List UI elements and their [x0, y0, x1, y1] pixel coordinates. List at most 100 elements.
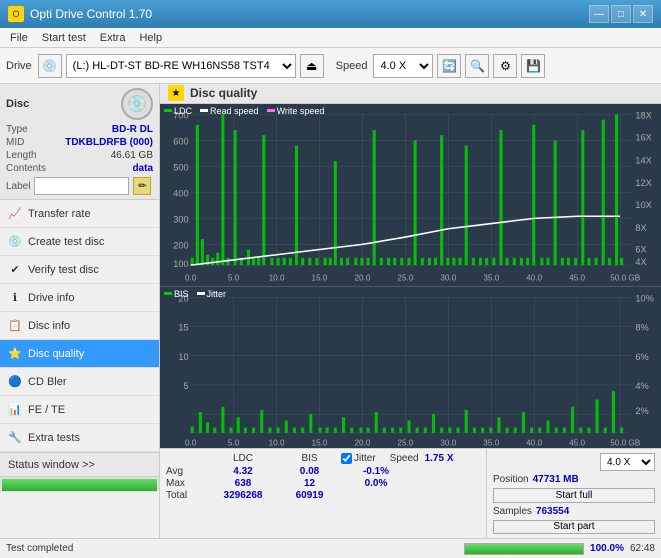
toolbar: Drive 💿 (L:) HL-DT-ST BD-RE WH16NS58 TST…	[0, 48, 661, 84]
disc-info-icon: 📋	[8, 319, 22, 333]
status-window-button[interactable]: Status window >>	[0, 452, 159, 476]
disc-icon: 💿	[121, 88, 153, 120]
disc-label-label: Label	[6, 181, 30, 192]
start-full-button[interactable]: Start full	[493, 488, 655, 503]
type-value: BD-R DL	[112, 124, 153, 135]
svg-text:40.0: 40.0	[526, 438, 542, 447]
menu-extra[interactable]: Extra	[94, 31, 132, 45]
svg-text:200: 200	[173, 240, 188, 250]
verify-test-disc-label: Verify test disc	[28, 264, 99, 276]
window-controls: — □ ✕	[589, 5, 653, 23]
max-bis: 12	[282, 478, 337, 489]
sidebar-item-disc-quality[interactable]: ⭐ Disc quality	[0, 340, 159, 368]
svg-text:8%: 8%	[635, 322, 648, 332]
jitter-checkbox[interactable]	[341, 453, 352, 464]
contents-label: Contents	[6, 163, 46, 174]
mid-label: MID	[6, 137, 24, 148]
title-bar-left: O Opti Drive Control 1.70	[8, 6, 152, 22]
minimize-button[interactable]: —	[589, 5, 609, 23]
avg-label: Avg	[166, 466, 204, 477]
svg-text:20.0: 20.0	[354, 273, 370, 282]
avg-bis: 0.08	[282, 466, 337, 477]
svg-text:0.0: 0.0	[185, 438, 197, 447]
refresh-button[interactable]: 🔄	[437, 54, 461, 78]
svg-text:15: 15	[178, 322, 188, 332]
svg-text:16X: 16X	[635, 132, 651, 142]
sidebar-item-transfer-rate[interactable]: 📈 Transfer rate	[0, 200, 159, 228]
disc-info-label: Disc info	[28, 320, 70, 332]
top-legend: LDC Read speed Write speed	[164, 106, 324, 116]
svg-text:10%: 10%	[635, 293, 653, 303]
svg-text:8X: 8X	[635, 222, 646, 232]
length-label: Length	[6, 150, 37, 161]
svg-text:10.0: 10.0	[269, 273, 285, 282]
menu-help[interactable]: Help	[133, 31, 168, 45]
speed-select[interactable]: 4.0 X	[373, 54, 433, 78]
svg-text:30.0: 30.0	[440, 438, 456, 447]
start-part-button[interactable]: Start part	[493, 520, 655, 535]
sidebar-item-cd-bler[interactable]: 🔵 CD Bler	[0, 368, 159, 396]
svg-text:35.0: 35.0	[483, 273, 499, 282]
app-title: Opti Drive Control 1.70	[30, 7, 152, 21]
content-area: ★ Disc quality LDC Read speed	[160, 84, 661, 538]
chart-bottom: BIS Jitter	[160, 287, 661, 448]
svg-text:25.0: 25.0	[397, 273, 413, 282]
sidebar-item-create-test-disc[interactable]: 💿 Create test disc	[0, 228, 159, 256]
svg-text:10: 10	[178, 351, 188, 361]
disc-label-input[interactable]	[34, 177, 129, 195]
menu-start-test[interactable]: Start test	[36, 31, 92, 45]
bottom-legend: BIS Jitter	[164, 289, 226, 299]
svg-text:45.0: 45.0	[569, 438, 585, 447]
time-display: 62:48	[630, 543, 655, 554]
extra-tests-label: Extra tests	[28, 432, 80, 444]
sidebar-item-verify-test-disc[interactable]: ✔ Verify test disc	[0, 256, 159, 284]
sidebar-item-disc-info[interactable]: 📋 Disc info	[0, 312, 159, 340]
svg-text:100: 100	[173, 259, 188, 269]
status-text: Test completed	[6, 543, 73, 554]
extra-tests-icon: 🔧	[8, 431, 22, 445]
samples-label: Samples	[493, 506, 532, 517]
drive-info-label: Drive info	[28, 292, 74, 304]
scan-button[interactable]: 🔍	[465, 54, 489, 78]
svg-text:10X: 10X	[635, 199, 651, 209]
svg-text:400: 400	[173, 188, 188, 198]
svg-text:18X: 18X	[635, 110, 651, 120]
eject-button[interactable]: ⏏	[300, 54, 324, 78]
title-bar: O Opti Drive Control 1.70 — □ ✕	[0, 0, 661, 28]
position-label: Position	[493, 474, 529, 485]
jitter-dot	[197, 292, 205, 295]
svg-text:4X: 4X	[635, 257, 646, 267]
bis-dot	[164, 292, 172, 295]
create-test-disc-icon: 💿	[8, 235, 22, 249]
drive-icon-button[interactable]: 💿	[38, 54, 62, 78]
progress-outer	[464, 543, 584, 555]
status-bar: Test completed 100.0% 62:48	[0, 538, 661, 558]
maximize-button[interactable]: □	[611, 5, 631, 23]
ldc-label: LDC	[174, 106, 192, 116]
svg-text:15.0: 15.0	[312, 273, 328, 282]
sidebar-item-extra-tests[interactable]: 🔧 Extra tests	[0, 424, 159, 452]
svg-text:6%: 6%	[635, 351, 648, 361]
bottom-chart-svg: 20 15 10 5 10% 8% 6% 4% 2%	[160, 287, 661, 448]
svg-text:5: 5	[184, 381, 189, 391]
svg-text:30.0: 30.0	[440, 273, 456, 282]
jitter-label: Jitter	[207, 289, 227, 299]
label-edit-button[interactable]: ✏	[133, 177, 151, 195]
sidebar-item-drive-info[interactable]: ℹ Drive info	[0, 284, 159, 312]
sidebar-progress-bar	[2, 479, 157, 491]
close-button[interactable]: ✕	[633, 5, 653, 23]
drive-select[interactable]: (L:) HL-DT-ST BD-RE WH16NS58 TST4	[66, 54, 296, 78]
svg-text:2%: 2%	[635, 406, 648, 416]
fe-te-label: FE / TE	[28, 404, 65, 416]
write-speed-dot	[267, 109, 275, 112]
total-bis: 60919	[282, 490, 337, 501]
bottom-panel: LDC BIS Jitter Speed 1.75 X Avg 4.32 0.0	[160, 448, 661, 538]
fe-te-icon: 📊	[8, 403, 22, 417]
settings-button[interactable]: ⚙	[493, 54, 517, 78]
svg-text:10.0: 10.0	[269, 438, 285, 447]
save-button[interactable]: 💾	[521, 54, 545, 78]
read-speed-dot	[200, 109, 208, 112]
menu-file[interactable]: File	[4, 31, 34, 45]
sidebar-item-fe-te[interactable]: 📊 FE / TE	[0, 396, 159, 424]
bottom-speed-select[interactable]: 4.0 X	[600, 453, 655, 471]
